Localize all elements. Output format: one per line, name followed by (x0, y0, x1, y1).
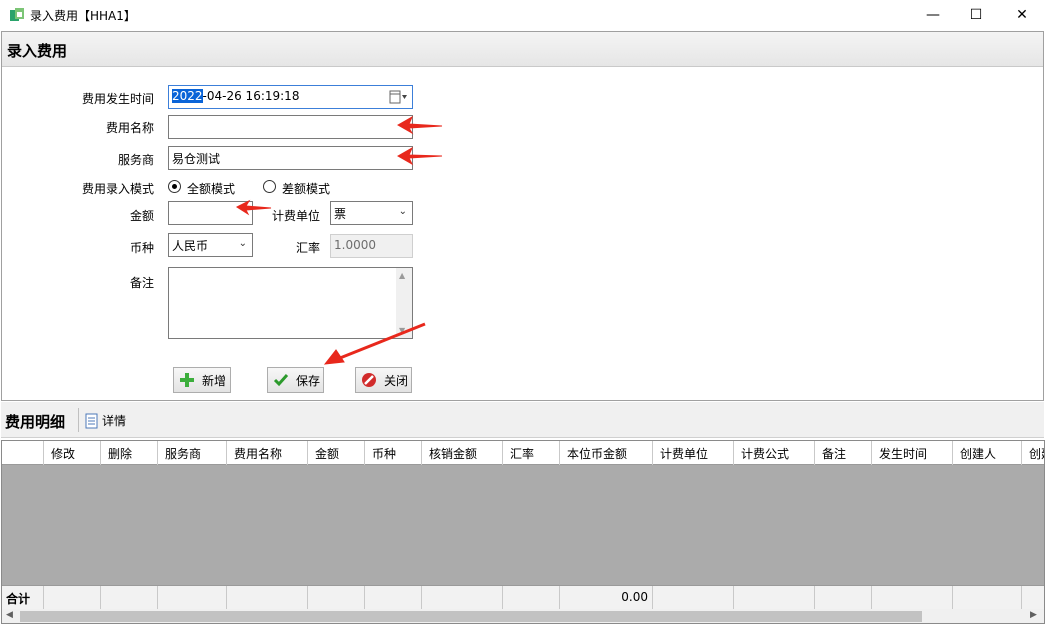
detail-button[interactable]: 详情 (85, 412, 126, 429)
fee-name-input[interactable] (168, 115, 413, 139)
column-header[interactable]: 发生时间 (872, 441, 953, 465)
column-header[interactable]: 币种 (365, 441, 422, 465)
chevron-down-icon: ⌄ (238, 238, 247, 249)
chevron-down-icon: ⌄ (398, 206, 407, 217)
column-header[interactable]: 本位币金额 (560, 441, 653, 465)
detail-title: 费用明细 (5, 413, 66, 431)
detail-toolbar: 费用明细 详情 (1, 402, 1044, 438)
amount-input[interactable] (168, 201, 253, 225)
save-button[interactable]: 保存 (267, 367, 324, 393)
window-title: 录入费用【HHA1】 (30, 9, 136, 23)
occur-time-picker[interactable]: 2022-04-26 16:19:18 (168, 85, 413, 109)
occur-time-label: 费用发生时间 (81, 92, 154, 106)
grid-total-row: 合计 0.00 (2, 585, 1044, 609)
app-logo-icon (10, 8, 24, 21)
local-amount-total: 0.00 (560, 586, 653, 609)
scroll-right-icon[interactable]: ▶ (1030, 610, 1037, 620)
add-button[interactable]: 新增 (173, 367, 231, 393)
full-mode-label[interactable]: 全额模式 (187, 180, 235, 197)
unit-select[interactable]: 票 ⌄ (330, 201, 413, 225)
column-header[interactable]: 创建人 (953, 441, 1022, 465)
fee-detail-grid[interactable]: 修改 删除 服务商 费用名称 金额 币种 核销金额 汇率 本位币金额 计费单位 … (1, 440, 1045, 624)
calendar-icon[interactable] (389, 90, 407, 104)
occur-time-year: 2022 (172, 89, 203, 103)
currency-select[interactable]: 人民币 ⌄ (168, 233, 253, 257)
scroll-left-icon[interactable]: ◀ (6, 610, 13, 620)
column-header[interactable]: 创建 (1022, 441, 1044, 465)
grid-horizontal-scrollbar[interactable]: ◀ ▶ (2, 609, 1044, 623)
form-section-title: 录入费用 (2, 32, 1043, 67)
currency-value: 人民币 (172, 239, 209, 253)
full-mode-radio[interactable] (168, 180, 181, 193)
toolbar-divider (78, 408, 79, 432)
column-header[interactable]: 金额 (308, 441, 365, 465)
column-header[interactable]: 删除 (101, 441, 158, 465)
total-label: 合计 (2, 586, 44, 609)
rate-label: 汇率 (295, 241, 320, 255)
column-header[interactable]: 汇率 (503, 441, 560, 465)
title-bar: 录入费用【HHA1】 — ☐ ✕ (0, 0, 1045, 30)
column-header[interactable]: 服务商 (158, 441, 227, 465)
grid-header-row: 修改 删除 服务商 费用名称 金额 币种 核销金额 汇率 本位币金额 计费单位 … (2, 441, 1044, 465)
column-header[interactable]: 核销金额 (422, 441, 503, 465)
occur-time-rest: -04-26 16:19:18 (202, 89, 300, 103)
provider-label: 服务商 (117, 153, 154, 167)
unit-label: 计费单位 (271, 209, 320, 223)
rate-input: 1.0000 (330, 234, 413, 258)
plus-icon (180, 373, 194, 387)
difference-mode-radio[interactable] (263, 180, 276, 193)
entry-mode-label: 费用录入模式 (81, 182, 154, 196)
scrollbar-thumb[interactable] (20, 611, 922, 622)
checkmark-icon (273, 374, 289, 387)
column-header[interactable]: 费用名称 (227, 441, 308, 465)
difference-mode-label[interactable]: 差额模式 (282, 180, 330, 197)
document-icon (85, 413, 98, 428)
maximize-button[interactable]: ☐ (953, 0, 999, 30)
column-header[interactable]: 备注 (815, 441, 872, 465)
remark-scrollbar[interactable]: ▲ ▼ (396, 268, 412, 338)
minimize-button[interactable]: — (910, 0, 956, 30)
remark-textarea[interactable]: ▲ ▼ (168, 267, 413, 339)
remark-label: 备注 (129, 276, 154, 290)
no-entry-icon (362, 373, 376, 387)
unit-value: 票 (334, 207, 347, 221)
amount-label: 金额 (129, 209, 154, 223)
close-window-button[interactable]: ✕ (999, 0, 1045, 30)
grid-row-selector-header (2, 441, 44, 465)
form-panel (1, 31, 1044, 401)
column-header[interactable]: 计费单位 (653, 441, 734, 465)
currency-label: 币种 (129, 241, 154, 255)
column-header[interactable]: 计费公式 (734, 441, 815, 465)
fee-name-label: 费用名称 (105, 121, 154, 135)
provider-input[interactable]: 易仓测试 (168, 146, 413, 170)
column-header[interactable]: 修改 (44, 441, 101, 465)
close-button[interactable]: 关闭 (355, 367, 412, 393)
